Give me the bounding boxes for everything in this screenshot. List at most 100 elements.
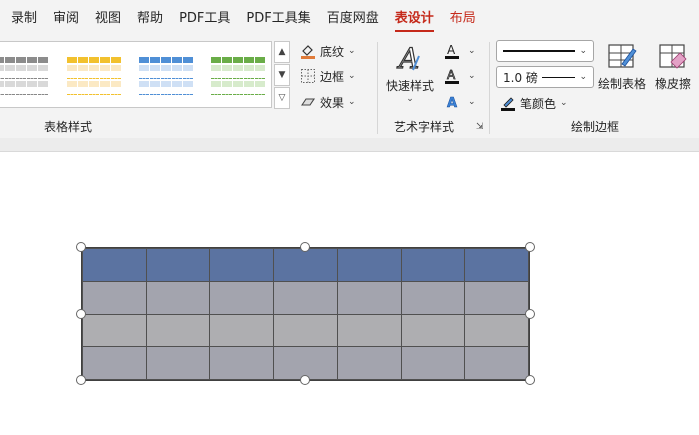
table-cell[interactable] xyxy=(400,346,466,380)
table-cell[interactable] xyxy=(145,248,211,282)
table-cell[interactable] xyxy=(145,280,211,315)
table-cell[interactable] xyxy=(273,248,338,282)
chevron-down-icon: ⌄ xyxy=(468,97,476,107)
quick-styles-button[interactable]: A 快速样式 ⌄ xyxy=(386,41,434,104)
eraser-icon xyxy=(657,42,689,75)
effects-icon xyxy=(300,94,316,110)
table-cell[interactable] xyxy=(209,313,275,348)
table-cell[interactable] xyxy=(400,313,466,348)
tab-view[interactable]: 视图 xyxy=(87,0,129,38)
table-cell[interactable] xyxy=(82,248,147,282)
table-cell[interactable] xyxy=(336,280,402,315)
ribbon-tab-bar: 录制 审阅 视图 帮助 PDF工具 PDF工具集 百度网盘 表设计 布局 xyxy=(0,0,699,38)
text-effects-icon: A xyxy=(444,94,460,112)
table-cell[interactable] xyxy=(82,346,147,380)
tab-pdf-tools[interactable]: PDF工具 xyxy=(171,0,238,38)
table-styles-gallery[interactable] xyxy=(0,41,272,108)
table-cell[interactable] xyxy=(82,280,147,315)
chevron-down-icon: ⌄ xyxy=(348,71,356,81)
eraser-label: 橡皮擦 xyxy=(655,77,692,91)
effects-button[interactable]: 效果 ⌄ xyxy=(300,91,356,113)
chevron-down-icon: ⌄ xyxy=(348,46,356,56)
tab-record[interactable]: 录制 xyxy=(3,0,45,38)
draw-table-label: 绘制表格 xyxy=(598,77,647,91)
resize-handle-top[interactable] xyxy=(300,242,310,252)
table-style-blue[interactable] xyxy=(139,57,193,97)
table-cell[interactable] xyxy=(400,248,466,282)
text-outline-icon: A xyxy=(444,68,460,84)
tab-help[interactable]: 帮助 xyxy=(129,0,171,38)
table-style-gray[interactable] xyxy=(0,57,48,97)
eraser-button[interactable]: 橡皮擦 xyxy=(655,42,691,92)
paint-bucket-icon xyxy=(300,43,316,59)
table-cell[interactable] xyxy=(273,313,338,348)
chevron-down-icon: ⌄ xyxy=(468,46,476,56)
table-cell[interactable] xyxy=(145,346,211,380)
table-style-green[interactable] xyxy=(211,57,265,97)
table-cell[interactable] xyxy=(273,280,338,315)
border-grid-icon xyxy=(300,68,316,84)
table-grid xyxy=(82,248,529,380)
text-outline-button[interactable]: A ⌄ xyxy=(444,65,476,87)
draw-table-button[interactable]: 绘制表格 xyxy=(598,42,646,92)
ribbon-bottom-bar xyxy=(0,138,699,152)
table-cell[interactable] xyxy=(209,346,275,380)
resize-handle-bottom-left[interactable] xyxy=(76,375,86,385)
dialog-launcher-icon[interactable]: ⇲ xyxy=(476,122,484,132)
resize-handle-bottom-right[interactable] xyxy=(525,375,535,385)
resize-handle-left[interactable] xyxy=(76,309,86,319)
pen-color-button[interactable]: 笔颜色 ⌄ xyxy=(500,92,568,114)
group-separator xyxy=(489,42,490,134)
table-header-row xyxy=(82,248,529,282)
chevron-down-icon: ⌄ xyxy=(406,94,414,104)
table-cell[interactable] xyxy=(82,313,147,348)
tab-review[interactable]: 审阅 xyxy=(45,0,87,38)
table-cell[interactable] xyxy=(464,313,529,348)
borders-button[interactable]: 边框 ⌄ xyxy=(300,65,356,87)
text-effects-button[interactable]: A ⌄ xyxy=(444,91,476,113)
pen-style-line xyxy=(503,50,576,52)
tab-table-design[interactable]: 表设计 xyxy=(387,0,442,38)
chevron-down-icon: ⌄ xyxy=(560,98,568,108)
pen-weight-select[interactable]: 1.0 磅 ⌄ xyxy=(496,66,594,88)
pen-weight-value: 1.0 磅 xyxy=(503,70,538,85)
resize-handle-top-left[interactable] xyxy=(76,242,86,252)
draw-borders-group-label: 绘制边框 xyxy=(571,120,620,134)
chevron-up-icon: ▲ xyxy=(278,47,286,57)
ribbon: ▲ ▼ ▽ 底纹 ⌄ 边框 ⌄ 效果 ⌄ 表格样式 A 快速样式 ⌄ A ⌄ A… xyxy=(0,38,699,138)
gallery-scroll-down-button[interactable]: ▼ xyxy=(274,64,290,86)
draw-table-icon xyxy=(606,42,638,75)
text-fill-button[interactable]: A ⌄ xyxy=(444,40,476,62)
table-cell[interactable] xyxy=(400,280,466,315)
table-styles-group-label: 表格样式 xyxy=(44,120,93,134)
table-cell[interactable] xyxy=(336,346,402,380)
table-cell[interactable] xyxy=(464,346,529,380)
resize-handle-bottom[interactable] xyxy=(300,375,310,385)
more-arrow-icon: ▽ xyxy=(278,93,286,103)
svg-text:A: A xyxy=(447,68,456,82)
table-cell[interactable] xyxy=(209,248,275,282)
table-cell[interactable] xyxy=(145,313,211,348)
tab-pdf-toolset[interactable]: PDF工具集 xyxy=(238,0,318,38)
tab-baidu-netdisk[interactable]: 百度网盘 xyxy=(319,0,387,38)
selected-table[interactable] xyxy=(81,247,530,381)
pen-style-select[interactable]: ⌄ xyxy=(496,40,594,62)
svg-text:A: A xyxy=(447,43,456,57)
table-cell[interactable] xyxy=(209,280,275,315)
resize-handle-right[interactable] xyxy=(525,309,535,319)
effects-label: 效果 xyxy=(320,95,345,110)
table-cell[interactable] xyxy=(336,248,402,282)
shading-button[interactable]: 底纹 ⌄ xyxy=(300,40,356,62)
gallery-more-button[interactable]: ▽ xyxy=(274,87,290,109)
borders-label: 边框 xyxy=(320,69,345,84)
table-cell[interactable] xyxy=(336,313,402,348)
chevron-down-icon: ⌄ xyxy=(579,72,587,82)
tab-layout[interactable]: 布局 xyxy=(442,0,484,38)
chevron-down-icon: ⌄ xyxy=(468,71,476,81)
table-cell[interactable] xyxy=(464,280,529,315)
resize-handle-top-right[interactable] xyxy=(525,242,535,252)
table-style-gold[interactable] xyxy=(67,57,121,97)
chevron-down-icon: ⌄ xyxy=(579,46,587,56)
gallery-scroll-up-button[interactable]: ▲ xyxy=(274,41,290,63)
table-cell[interactable] xyxy=(464,248,529,282)
